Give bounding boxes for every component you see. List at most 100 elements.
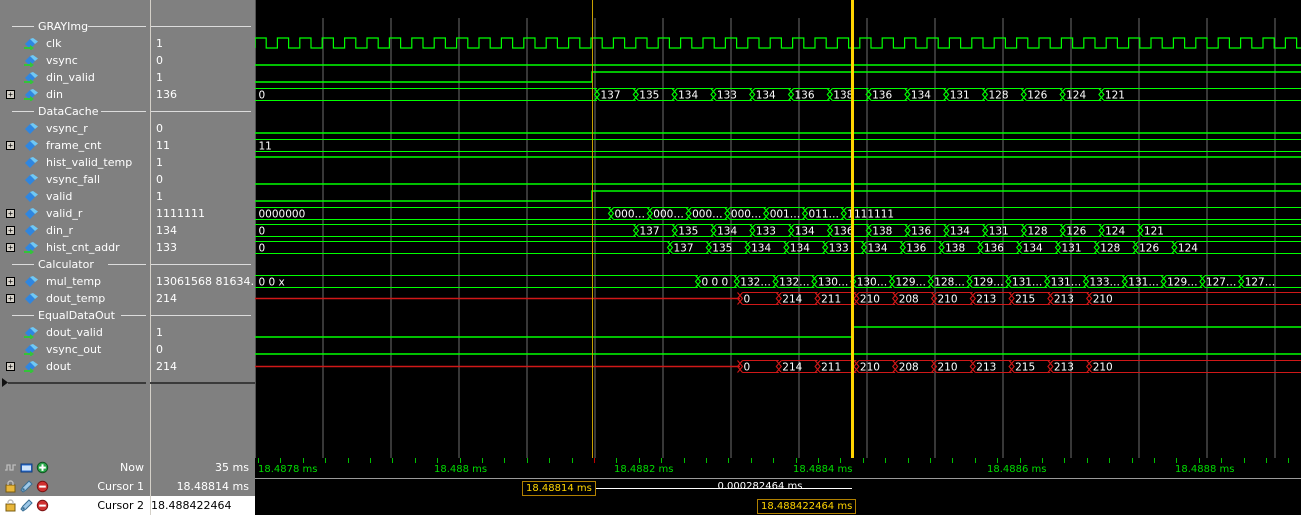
signal-name-cell[interactable]: dout_valid	[0, 324, 150, 341]
signal-name-cell[interactable]: + hist_cnt_addr	[0, 239, 150, 256]
signal-row[interactable]: vsync 0	[0, 52, 1301, 69]
signal-waveform[interactable]	[255, 103, 1301, 120]
signal-name-cell[interactable]: vsync	[0, 52, 150, 69]
signal-waveform[interactable]	[255, 120, 1301, 137]
signal-name-cell[interactable]: + valid_r	[0, 205, 150, 222]
cursor-2-time-box[interactable]: 18.488422464 ms	[757, 499, 857, 514]
signal-waveform[interactable]: 11	[255, 137, 1301, 154]
signal-waveform[interactable]: 0000000 000… 000… 000… 000… 001… 011… 1111111	[255, 205, 1301, 222]
signal-group-row[interactable]: DataCache	[0, 103, 1301, 120]
status-value-row[interactable]: 18.488422464 ms	[151, 496, 255, 515]
cursor-1-time-box[interactable]: 18.48814 ms	[522, 481, 596, 496]
signal-waveform[interactable]: 0 214 211 210 208 210 213 215 213 210	[255, 358, 1301, 375]
expand-toggle[interactable]: +	[6, 209, 15, 218]
signal-waveform[interactable]	[255, 171, 1301, 188]
cursor-1-line[interactable]	[592, 0, 593, 458]
signal-name-cell[interactable]: Calculator	[0, 256, 150, 273]
signal-name-cell[interactable]: + din	[0, 86, 150, 103]
signal-row[interactable]: + dout 214 0 214 211 210 208 210 213 215 213 210	[0, 358, 1301, 375]
signal-name-cell[interactable]: + mul_temp	[0, 273, 150, 290]
signal-row[interactable]: vsync_r 0	[0, 120, 1301, 137]
time-tick	[1042, 458, 1043, 463]
signal-name-cell[interactable]: GRAYImg	[0, 18, 150, 35]
signal-waveform[interactable]	[255, 188, 1301, 205]
signal-row[interactable]: dout_valid 1	[0, 324, 1301, 341]
time-tick	[863, 458, 864, 463]
waveform-window: Msgs GRAYImgclk1vsync0din_valid1+din1360…	[0, 0, 1301, 515]
signal-name-cell[interactable]: + dout_temp	[0, 290, 150, 307]
expand-toggle[interactable]: +	[6, 294, 15, 303]
remove-icon[interactable]	[36, 499, 49, 512]
signal-row[interactable]: + hist_cnt_addr 133 0 137 135 134 134 133 134 136 1…	[0, 239, 1301, 256]
signal-waveform[interactable]: 0 137 135 134 133 134 136 138 136 134 131 128 126 124…	[255, 86, 1301, 103]
signal-row[interactable]: + valid_r 1111111 0000000 000… 000… 000… 000… 00…	[0, 205, 1301, 222]
signal-row[interactable]: + dout_temp 214 0 214 211 210 208 210 213 215 213 21…	[0, 290, 1301, 307]
signal-name-label: valid	[46, 190, 73, 203]
remove-icon[interactable]	[36, 480, 49, 493]
signal-waveform[interactable]: 0 214 211 210 208 210 213 215 213 210	[255, 290, 1301, 307]
signal-waveform[interactable]	[255, 52, 1301, 69]
signal-row[interactable]: din_valid 1	[0, 69, 1301, 86]
signal-waveform[interactable]	[255, 256, 1301, 273]
signal-waveform[interactable]	[255, 69, 1301, 86]
signal-row[interactable]: vsync_out 0	[0, 341, 1301, 358]
expand-toggle[interactable]: +	[6, 90, 15, 99]
signal-name-cell[interactable]: + dout	[0, 358, 150, 375]
signal-waveform[interactable]	[255, 154, 1301, 171]
signal-group-row[interactable]: EqualDataOut	[0, 307, 1301, 324]
signal-row[interactable]: valid 1	[0, 188, 1301, 205]
expand-toggle[interactable]: +	[6, 362, 15, 371]
signal-row[interactable]: hist_valid_temp 1	[0, 154, 1301, 171]
add-icon[interactable]	[36, 461, 49, 474]
signal-row[interactable]: + frame_cnt 11 11	[0, 137, 1301, 154]
wave-add-icon[interactable]	[4, 461, 17, 474]
lock-icon[interactable]	[4, 499, 17, 512]
signal-row[interactable]: clk 1	[0, 35, 1301, 52]
signal-row[interactable]: + din_r 134 0 137 135 134 133 134 136 138 136 134 131…	[0, 222, 1301, 239]
signal-name-cell[interactable]: EqualDataOut	[0, 307, 150, 324]
signal-name-cell[interactable]: hist_valid_temp	[0, 154, 150, 171]
signal-name-cell[interactable]: vsync_fall	[0, 171, 150, 188]
time-tick	[1020, 458, 1021, 463]
status-value-row[interactable]: 35 ms	[151, 458, 255, 477]
expand-toggle[interactable]: +	[6, 243, 15, 252]
status-row[interactable]: Now	[0, 458, 150, 477]
signal-row[interactable]: + din 136 0 137 135 134 133 134 136 138 136 134 131 12…	[0, 86, 1301, 103]
lock-icon[interactable]	[4, 480, 17, 493]
expand-toggle[interactable]: +	[6, 277, 15, 286]
signal-diamond-icon	[24, 38, 38, 50]
signal-waveform[interactable]	[255, 307, 1301, 324]
signal-waveform[interactable]: 0 137 135 134 133 134 136 138 136 134 131 128 126 124…	[255, 222, 1301, 239]
wrench-icon[interactable]	[20, 499, 33, 512]
signal-name-cell[interactable]: clk	[0, 35, 150, 52]
signal-row[interactable]: + mul_temp 13061568 81634… 0 0 x 0 0 0 132… 13…	[0, 273, 1301, 290]
time-tick	[796, 458, 797, 463]
status-row[interactable]: Cursor 1	[0, 477, 150, 496]
time-tick	[1154, 458, 1155, 463]
status-row[interactable]: Cursor 2	[0, 496, 150, 515]
signal-waveform[interactable]: 0 0 x 0 0 0 132… 132… 130… 130… 129… 128… 129… 13…	[255, 273, 1301, 290]
signal-waveform[interactable]	[255, 35, 1301, 52]
signal-waveform[interactable]	[255, 341, 1301, 358]
signal-name-cell[interactable]: vsync_r	[0, 120, 150, 137]
window-icon[interactable]	[20, 461, 33, 474]
signal-row[interactable]: vsync_fall 0	[0, 171, 1301, 188]
signal-name-cell[interactable]: din_valid	[0, 69, 150, 86]
signal-name-cell[interactable]: DataCache	[0, 103, 150, 120]
signal-waveform[interactable]	[255, 324, 1301, 341]
expand-toggle[interactable]: +	[6, 226, 15, 235]
signal-name-cell[interactable]: + frame_cnt	[0, 137, 150, 154]
status-value-row[interactable]: 18.48814 ms	[151, 477, 255, 496]
wrench-icon[interactable]	[20, 480, 33, 493]
signal-waveform[interactable]: 0 137 135 134 134 133 134 136 138 136 134 131 128 126…	[255, 239, 1301, 256]
svg-text:134: 134	[790, 243, 810, 255]
expand-toggle[interactable]: +	[6, 141, 15, 150]
signal-waveform[interactable]	[255, 18, 1301, 35]
signal-group-row[interactable]: Calculator	[0, 256, 1301, 273]
signal-group-row[interactable]: GRAYImg	[0, 18, 1301, 35]
signal-name-cell[interactable]: + din_r	[0, 222, 150, 239]
signal-name-cell[interactable]: vsync_out	[0, 341, 150, 358]
cursor-2-line[interactable]	[851, 0, 854, 458]
time-axis[interactable]: 18.4878 ms 18.488 ms 18.4882 ms 18.4884 ms 1…	[255, 458, 1301, 478]
signal-name-cell[interactable]: valid	[0, 188, 150, 205]
